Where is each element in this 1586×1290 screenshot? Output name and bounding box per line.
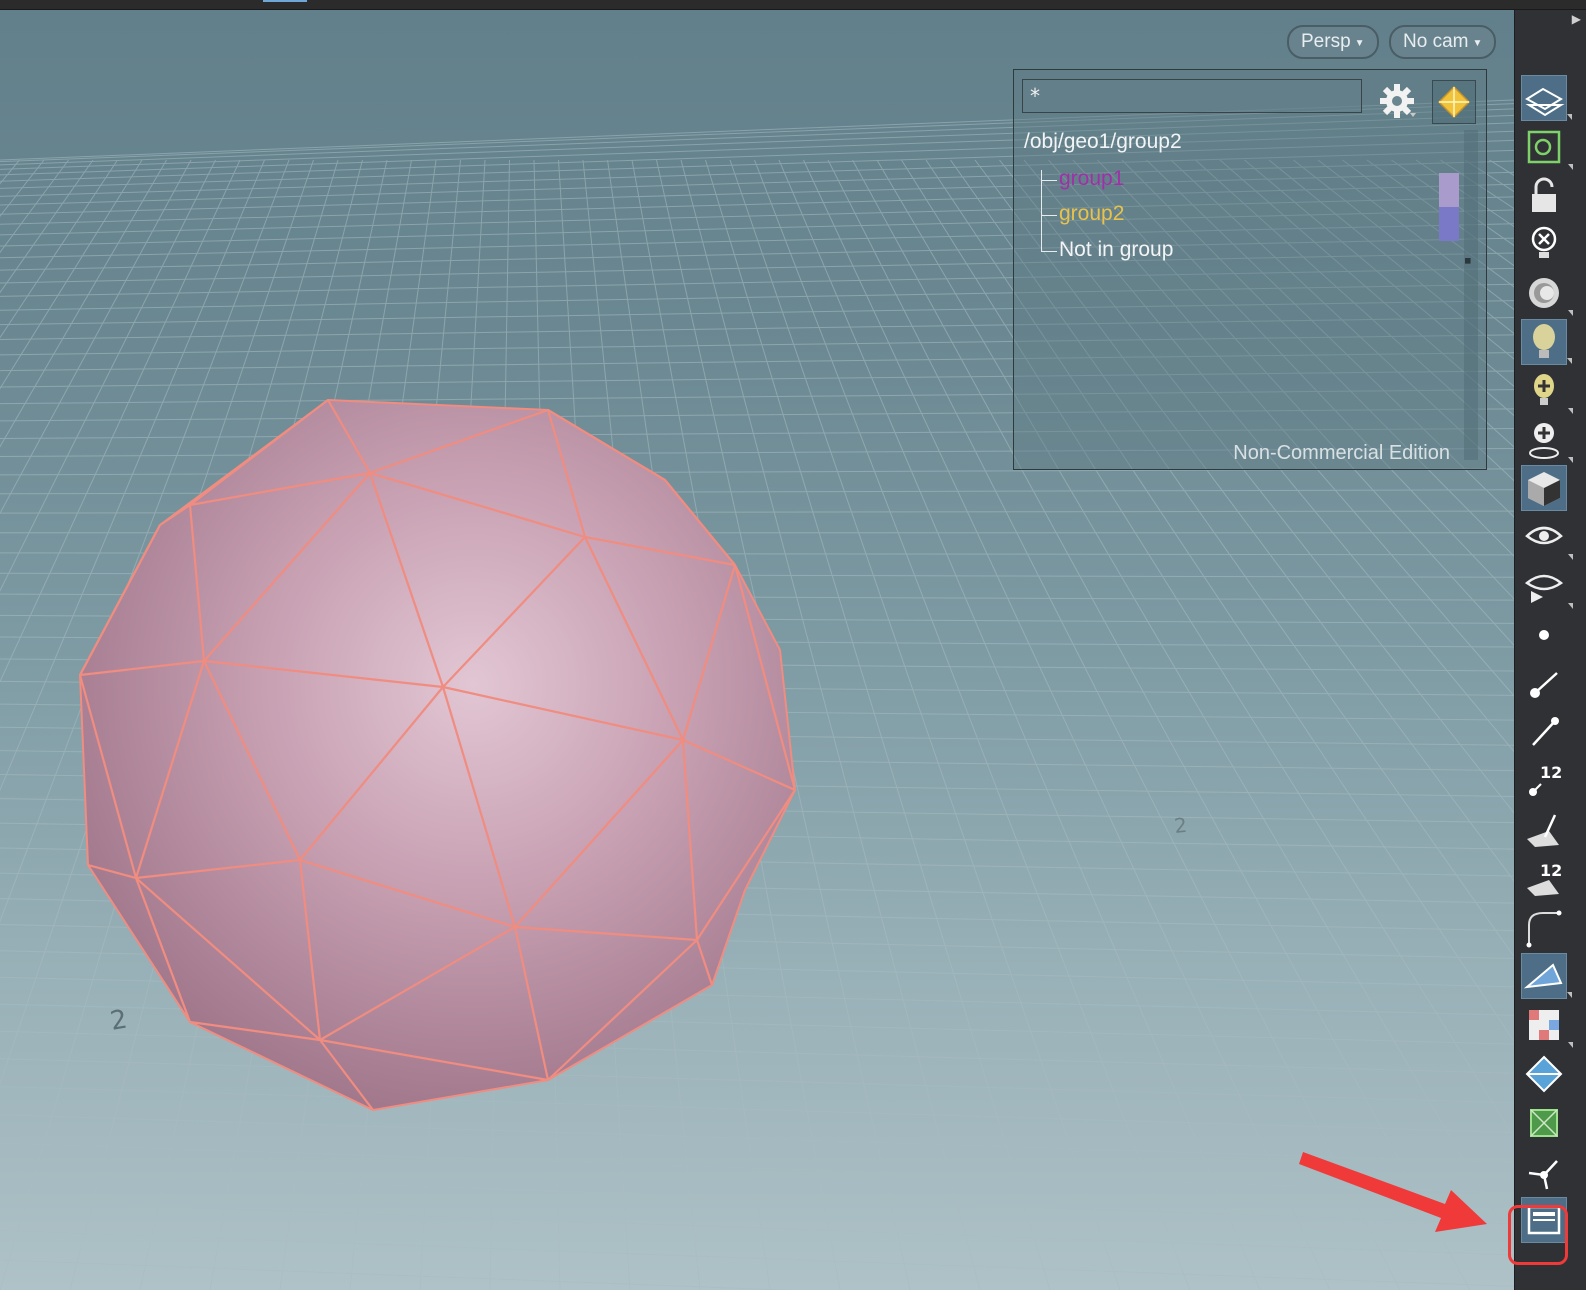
diamond-icon [1437, 85, 1471, 119]
shading-cube-icon [1528, 472, 1560, 507]
display-options-button[interactable] [1521, 75, 1572, 121]
spot-light-button[interactable] [1521, 417, 1573, 463]
annotation-arrow-icon [1299, 1152, 1487, 1232]
uv-texture-button[interactable] [1521, 1002, 1573, 1049]
submenu-arrow-icon [1568, 310, 1573, 317]
tree-connector [1041, 251, 1057, 252]
primitive-hull-button[interactable] [1521, 953, 1572, 1000]
primitive-numbers-button[interactable]: 12 [1521, 856, 1567, 902]
group-list-panel: /obj/geo1/group2 group1 group2 Not in gr… [1013, 69, 1487, 470]
edition-watermark: Non-Commercial Edition [1233, 442, 1450, 464]
primitive-normal-button[interactable] [1521, 807, 1567, 853]
vertex-normal-button[interactable] [1521, 709, 1567, 755]
pivot-handle-button[interactable] [1521, 1149, 1567, 1195]
point-display-button[interactable] [1521, 612, 1567, 658]
group-settings-button[interactable] [1376, 80, 1418, 122]
submenu-arrow-icon [1568, 1042, 1573, 1049]
pivot-handle-icon [1528, 1159, 1558, 1189]
grid-number-right: 2 [1173, 813, 1188, 838]
scene-viewport[interactable]: 2 2 Persp ▼ No cam ▼ * /obj/geo1/group2 … [0, 10, 1514, 1290]
submenu-arrow-icon [1568, 456, 1573, 463]
primitive-numbers-icon: 12 [1527, 861, 1562, 896]
submenu-arrow-icon [1568, 554, 1573, 561]
visibility-eye-icon [1525, 526, 1563, 545]
profile-curve-icon [1526, 910, 1562, 948]
spot-light-icon [1529, 422, 1559, 459]
uv-boundary-icon [1530, 1108, 1558, 1137]
geodesic-sphere-mesh[interactable] [78, 398, 797, 1112]
group-filter-input[interactable] [1022, 79, 1362, 113]
ambient-occlusion-button[interactable] [1521, 270, 1573, 317]
visibility-eye-button[interactable] [1521, 514, 1573, 561]
point-numbers-icon: 12 [1529, 763, 1562, 797]
chevron-down-icon: ▼ [1472, 38, 1483, 49]
lock-button[interactable] [1521, 173, 1567, 219]
primitive-hull-icon [1523, 963, 1563, 989]
uv-boundary-button[interactable] [1521, 1100, 1567, 1146]
group1-color-swatch[interactable] [1439, 173, 1459, 207]
visibility-play-icon [1524, 574, 1564, 603]
group-display-toggle[interactable] [1432, 80, 1476, 124]
uv-diamond-icon [1525, 1055, 1563, 1093]
headlight-button[interactable] [1521, 319, 1572, 365]
group-item-not-in-group[interactable]: Not in group [1059, 238, 1173, 262]
point-numbers-button[interactable]: 12 [1521, 758, 1567, 804]
point-normal-icon [1530, 671, 1558, 698]
primitive-normal-icon [1527, 814, 1559, 847]
submenu-arrow-icon [1567, 358, 1572, 364]
tool-badge: 12 [1540, 763, 1562, 782]
tree-connector [1041, 170, 1042, 252]
submenu-arrow-icon [1568, 603, 1573, 609]
gear-icon [1380, 84, 1416, 118]
highlight-ring [1508, 1205, 1568, 1265]
remove-light-icon [1531, 227, 1557, 259]
point-display-icon [1539, 629, 1549, 640]
tool-badge: 12 [1540, 861, 1562, 880]
chevron-down-icon: ▼ [1354, 38, 1365, 49]
top-menu-strip [0, 0, 1586, 10]
submenu-arrow-icon [1567, 992, 1572, 999]
submenu-arrow-icon [1567, 114, 1572, 120]
point-normal-button[interactable] [1521, 661, 1567, 707]
add-light-button[interactable] [1521, 368, 1573, 414]
visibility-play-button[interactable] [1521, 563, 1573, 609]
snapping-button[interactable] [1521, 124, 1573, 170]
submenu-arrow-icon [1568, 163, 1573, 170]
uv-diamond-button[interactable] [1521, 1051, 1567, 1097]
group-item-group1[interactable]: group1 [1059, 167, 1124, 191]
profile-curve-button[interactable] [1521, 905, 1567, 951]
ambient-occlusion-icon [1529, 278, 1559, 309]
lock-icon [1532, 177, 1556, 212]
resize-grip-icon[interactable]: ▦ [1465, 256, 1475, 266]
projection-menu-button[interactable]: Persp ▼ [1287, 25, 1379, 59]
expand-arrow-icon[interactable]: ▶ [1572, 12, 1581, 26]
group-list-scrollbar[interactable] [1464, 130, 1478, 460]
camera-label: No cam [1403, 31, 1469, 52]
tree-connector [1041, 215, 1057, 216]
headlight-icon [1533, 324, 1555, 358]
active-tab-marker [263, 0, 307, 2]
add-light-icon [1534, 373, 1554, 405]
projection-label: Persp [1301, 31, 1351, 52]
vertex-normal-icon [1532, 717, 1559, 747]
shading-cube-button[interactable] [1521, 465, 1567, 512]
remove-light-button[interactable] [1521, 221, 1567, 267]
group2-color-swatch[interactable] [1439, 207, 1459, 241]
display-toolbar: ▶ 12 12 [1514, 10, 1586, 1290]
tree-connector [1041, 180, 1057, 181]
group-item-group2[interactable]: group2 [1059, 202, 1124, 226]
grid-number-left: 2 [108, 1004, 130, 1036]
camera-menu-button[interactable]: No cam ▼ [1389, 25, 1497, 59]
submenu-arrow-icon [1568, 407, 1573, 414]
uv-texture-icon [1529, 1010, 1559, 1041]
display-options-icon [1525, 87, 1565, 117]
snapping-icon [1527, 130, 1561, 164]
group-path: /obj/geo1/group2 [1024, 130, 1182, 153]
